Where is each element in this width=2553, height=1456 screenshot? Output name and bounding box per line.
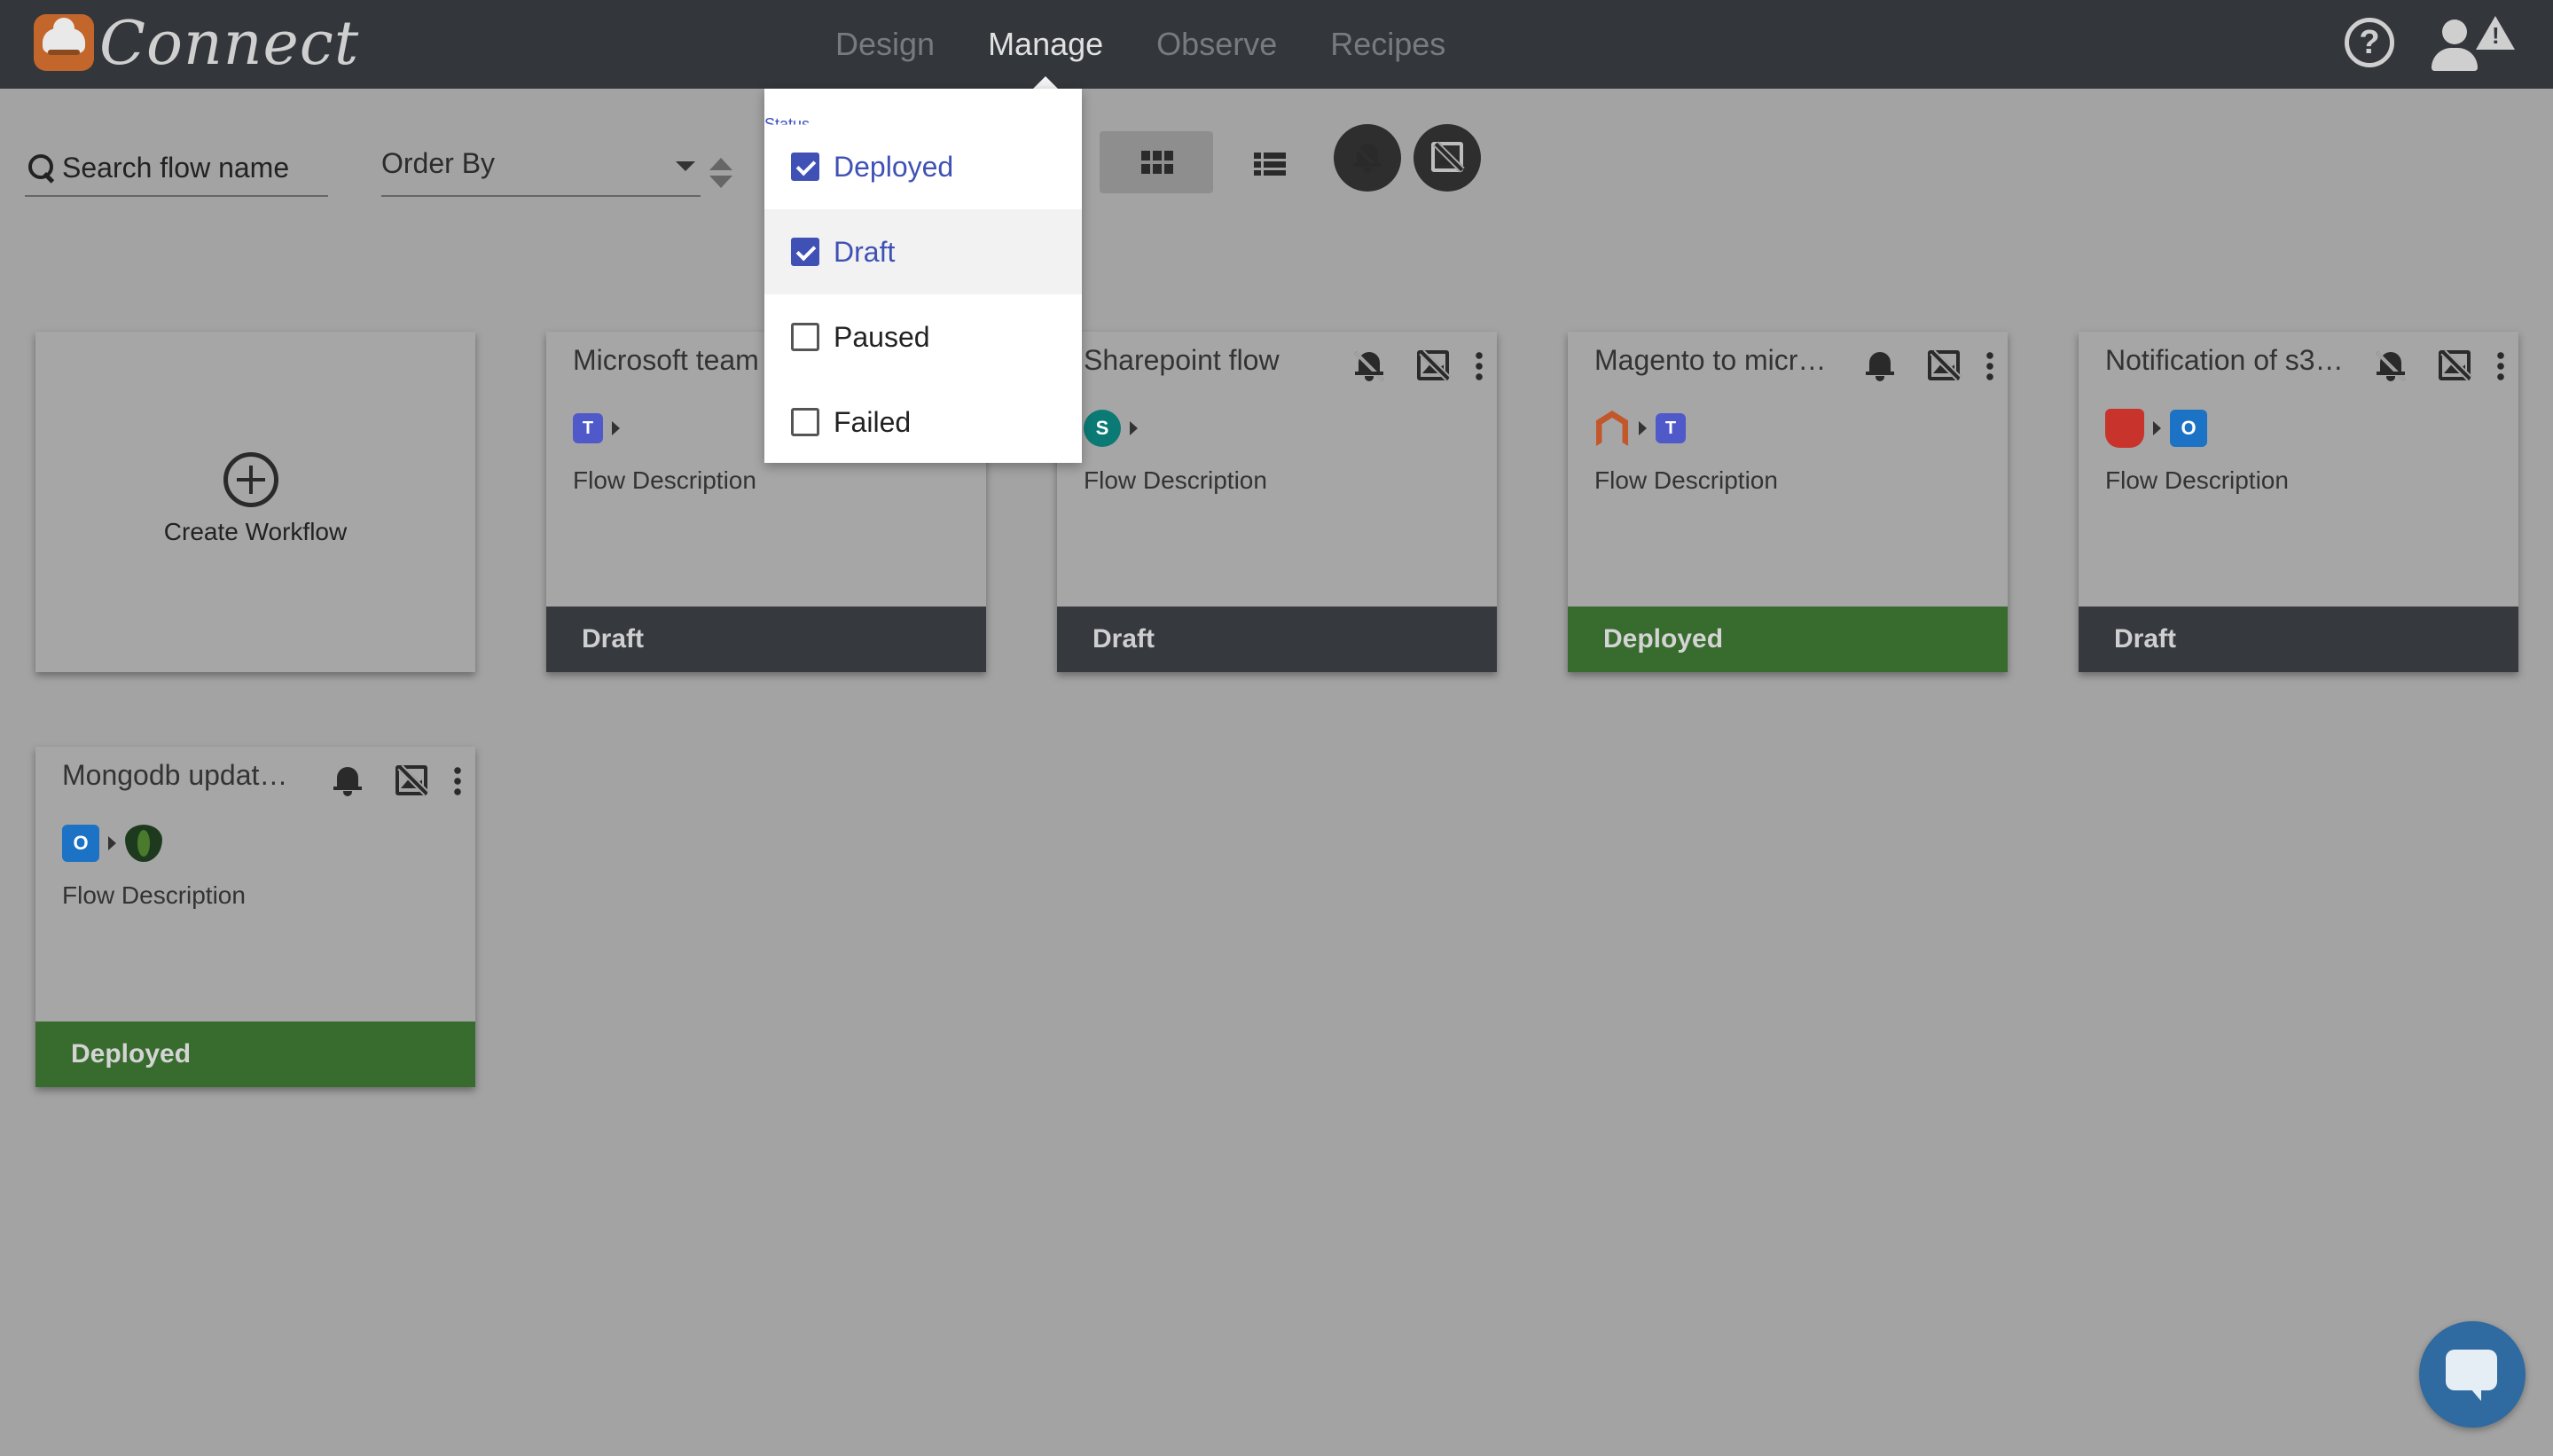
nav-design[interactable]: Design xyxy=(835,0,935,89)
list-view-button[interactable] xyxy=(1238,131,1302,193)
arrow-right-icon xyxy=(2153,421,2161,435)
connect-logo-icon[interactable] xyxy=(34,14,94,71)
grid-icon xyxy=(1141,151,1173,174)
status-option-label: Paused xyxy=(834,321,930,353)
image-off-icon[interactable] xyxy=(1928,350,1960,380)
caret-down-icon xyxy=(676,161,695,171)
status-option-paused[interactable]: Paused xyxy=(764,294,1082,380)
flow-card[interactable]: Mongodb updat… O Flow Description Deploy… xyxy=(35,747,475,1087)
user-icon[interactable] xyxy=(2426,16,2483,73)
create-workflow-card[interactable]: Create Workflow xyxy=(35,332,475,672)
flow-description: Flow Description xyxy=(1594,466,1778,494)
warning-icon[interactable]: ! xyxy=(2476,16,2515,50)
help-icon[interactable]: ? xyxy=(2345,18,2394,67)
status-option-failed[interactable]: Failed xyxy=(764,380,1082,465)
status-badge: Draft xyxy=(1057,607,1497,672)
flow-card[interactable]: Sharepoint flow S Flow Description Draft xyxy=(1057,332,1497,672)
status-badge: Draft xyxy=(2079,607,2518,672)
hide-images-button[interactable] xyxy=(1414,124,1481,192)
flow-description: Flow Description xyxy=(1084,466,1267,494)
flow-description: Flow Description xyxy=(62,881,246,909)
bell-off-icon[interactable] xyxy=(2375,348,2407,382)
bell-icon[interactable] xyxy=(1864,348,1896,382)
arrow-right-icon xyxy=(108,836,116,850)
mute-notifications-button[interactable] xyxy=(1334,124,1401,192)
bell-icon[interactable] xyxy=(332,763,364,797)
flow-title: Magento to micr… xyxy=(1594,344,1827,376)
more-vert-icon[interactable] xyxy=(1476,350,1483,380)
flow-card[interactable]: Notification of s3 … O Flow Description … xyxy=(2079,332,2518,672)
status-badge: Deployed xyxy=(1568,607,2008,672)
arrow-right-icon xyxy=(1130,421,1138,435)
s3-bucket-logo-icon xyxy=(2105,409,2144,448)
card-actions xyxy=(1864,346,1993,385)
outlook-logo-icon: O xyxy=(62,825,99,862)
flow-title: Notification of s3 … xyxy=(2105,344,2345,376)
teams-logo-icon: T xyxy=(573,413,603,443)
flow-connectors: O xyxy=(62,823,162,864)
arrow-right-icon xyxy=(612,421,620,435)
bell-off-icon xyxy=(1351,140,1383,174)
flow-connectors: T xyxy=(573,408,629,449)
list-icon xyxy=(1254,153,1286,176)
teams-logo-icon: T xyxy=(1656,413,1686,443)
search-box xyxy=(25,144,328,197)
flow-connectors: O xyxy=(2105,408,2207,449)
main-nav: Design Manage Observe Recipes xyxy=(835,0,1499,89)
create-workflow-label: Create Workflow xyxy=(163,518,348,545)
plus-circle-icon xyxy=(223,452,278,507)
magento-logo-icon xyxy=(1594,409,1630,448)
flow-description: Flow Description xyxy=(2105,466,2289,494)
image-off-icon[interactable] xyxy=(2439,350,2471,380)
status-filter-menu: Status Deployed Draft Paused Failed xyxy=(764,89,1082,463)
flow-description: Flow Description xyxy=(573,466,756,494)
checkbox-checked[interactable] xyxy=(791,238,819,266)
top-bar: Connect Design Manage Observe Recipes ? … xyxy=(0,0,2553,89)
flow-connectors: S xyxy=(1084,408,1147,449)
checkbox-checked[interactable] xyxy=(791,153,819,181)
card-actions xyxy=(1353,346,1483,385)
order-by-select[interactable]: Order By xyxy=(381,138,701,197)
flow-title: Mongodb updat… xyxy=(62,759,288,791)
status-option-label: Draft xyxy=(834,236,896,268)
status-option-deployed[interactable]: Deployed xyxy=(764,124,1082,209)
status-option-draft[interactable]: Draft xyxy=(764,209,1082,294)
bell-off-icon[interactable] xyxy=(1353,348,1385,382)
card-actions xyxy=(332,761,461,800)
image-off-icon[interactable] xyxy=(395,765,427,795)
checkbox-unchecked[interactable] xyxy=(791,408,819,436)
sort-direction-icon[interactable] xyxy=(709,158,732,190)
more-vert-icon[interactable] xyxy=(2497,350,2504,380)
mongodb-logo-icon xyxy=(125,825,162,862)
image-off-icon[interactable] xyxy=(1417,350,1449,380)
status-badge: Deployed xyxy=(35,1022,475,1087)
nav-manage[interactable]: Manage xyxy=(988,0,1103,89)
sharepoint-logo-icon: S xyxy=(1084,410,1121,447)
flow-title: Sharepoint flow xyxy=(1084,344,1280,376)
search-input[interactable] xyxy=(62,147,325,188)
card-actions xyxy=(2375,346,2504,385)
image-off-icon xyxy=(1431,142,1463,172)
order-by-label: Order By xyxy=(381,147,496,179)
nav-observe[interactable]: Observe xyxy=(1156,0,1277,89)
status-option-label: Failed xyxy=(834,406,912,438)
flow-card[interactable]: Magento to micr… T Flow Description Depl… xyxy=(1568,332,2008,672)
more-vert-icon[interactable] xyxy=(1986,350,1993,380)
checkbox-unchecked[interactable] xyxy=(791,323,819,351)
flow-connectors: T xyxy=(1594,408,1686,449)
arrow-right-icon xyxy=(1639,421,1647,435)
outlook-logo-icon: O xyxy=(2170,410,2207,447)
more-vert-icon[interactable] xyxy=(454,765,461,795)
chat-button[interactable] xyxy=(2419,1321,2526,1428)
grid-view-button[interactable] xyxy=(1100,131,1213,193)
search-icon xyxy=(28,154,57,183)
nav-recipes[interactable]: Recipes xyxy=(1330,0,1445,89)
status-badge: Draft xyxy=(546,607,986,672)
brand-name[interactable]: Connect xyxy=(99,5,359,83)
status-option-label: Deployed xyxy=(834,151,954,183)
chat-icon xyxy=(2446,1342,2504,1401)
